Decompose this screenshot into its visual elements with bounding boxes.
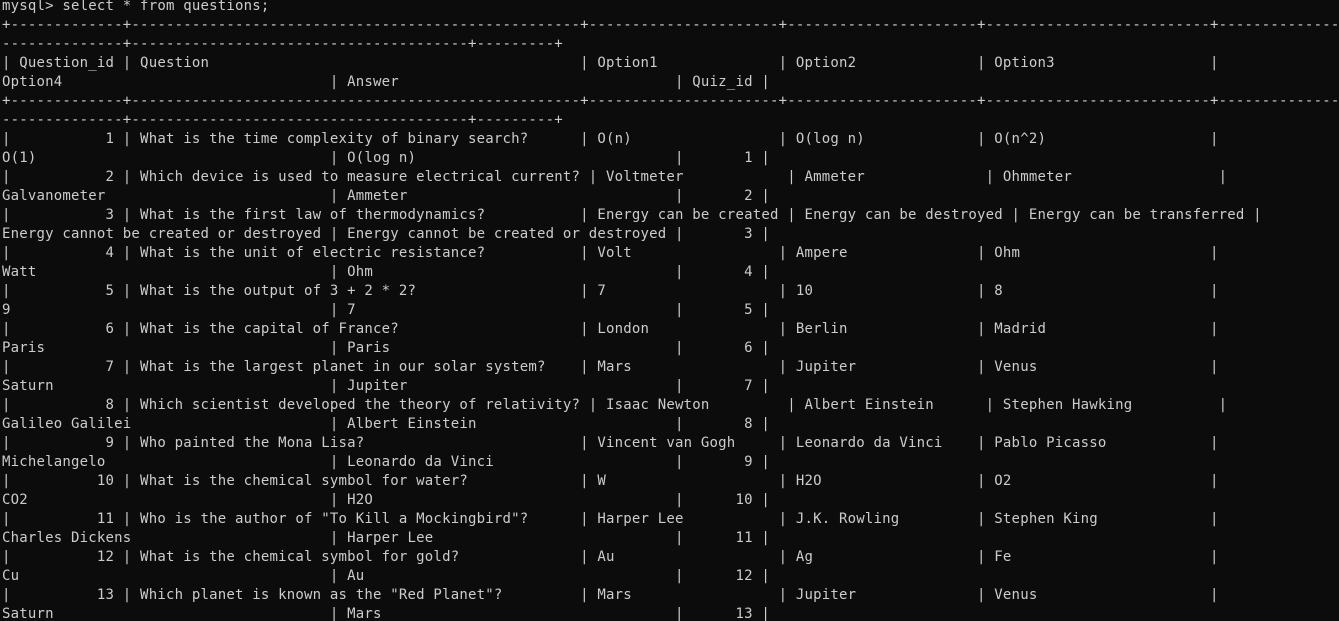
query-output-line: Watt | Ohm | 4 | [2,264,770,280]
query-output-line: | 2 | Which device is used to measure el… [2,169,1228,185]
query-output-line: | 11 | Who is the author of "To Kill a M… [2,511,1219,527]
query-output-line: --------------+-------------------------… [2,112,563,128]
query-output-line: | 10 | What is the chemical symbol for w… [2,473,1219,489]
query-output-line: Energy cannot be created or destroyed | … [2,226,770,242]
command-prompt-line: mysql> select * from questions; [2,0,270,14]
query-output-line: | Question_id | Question | Option1 | Opt… [2,55,1219,71]
terminal-window[interactable]: mysql> select * from questions; +--------… [0,0,1339,621]
query-output-line: | 13 | Which planet is known as the "Red… [2,587,1219,603]
query-output-line: | 5 | What is the output of 3 + 2 * 2? |… [2,283,1219,299]
query-output-line: --------------+-------------------------… [2,36,563,52]
terminal-output: mysql> select * from questions; +--------… [2,0,1339,621]
query-output-line: | 12 | What is the chemical symbol for g… [2,549,1219,565]
query-output-line: Paris | Paris | 6 | [2,340,770,356]
query-output-line: Option4 | Answer | Quiz_id | [2,74,770,90]
query-output-line: | 1 | What is the time complexity of bin… [2,131,1219,147]
query-output-line: O(1) | O(log n) | 1 | [2,150,770,166]
query-output-line: | 9 | Who painted the Mona Lisa? | Vince… [2,435,1219,451]
query-output-line: Charles Dickens | Harper Lee | 11 | [2,530,770,546]
query-output-line: | 4 | What is the unit of electric resis… [2,245,1219,261]
query-output-line: Galileo Galilei | Albert Einstein | 8 | [2,416,770,432]
query-output-line: Cu | Au | 12 | [2,568,770,584]
query-output-line: Saturn | Mars | 13 | [2,606,770,621]
query-output-line: Michelangelo | Leonardo da Vinci | 9 | [2,454,770,470]
query-output-line: +-------------+-------------------------… [2,17,1339,33]
query-output-line: | 3 | What is the first law of thermodyn… [2,207,1262,223]
query-output-line: Saturn | Jupiter | 7 | [2,378,770,394]
query-output-line: +-------------+-------------------------… [2,93,1339,109]
query-output-line: | 8 | Which scientist developed the theo… [2,397,1228,413]
query-output-line: 9 | 7 | 5 | [2,302,770,318]
query-output-line: | 6 | What is the capital of France? | L… [2,321,1219,337]
query-output-line: Galvanometer | Ammeter | 2 | [2,188,770,204]
query-output-line: CO2 | H2O | 10 | [2,492,770,508]
query-output-line: | 7 | What is the largest planet in our … [2,359,1219,375]
